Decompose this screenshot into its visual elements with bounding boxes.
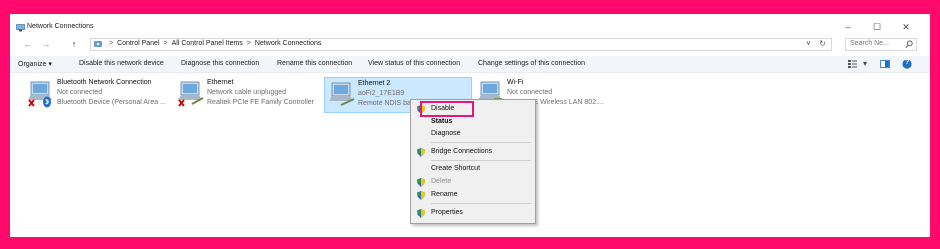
menu-label: Rename: [431, 191, 458, 198]
network-connections-icon: [16, 24, 25, 32]
connection-ethernet[interactable]: Ethernet Network cable unplugged Realtek…: [174, 77, 326, 113]
menu-separator: [431, 142, 531, 143]
search-box[interactable]: Search Ne...: [845, 38, 917, 51]
breadcrumb-control-panel[interactable]: Control Panel: [117, 40, 159, 47]
connection-name: Bluetooth Network Connection: [57, 79, 152, 86]
connection-status: Not connected: [507, 89, 553, 96]
menu-item-delete[interactable]: Delete: [411, 176, 535, 188]
menu-item-bridge[interactable]: Bridge Connections: [411, 146, 535, 158]
control-panel-icon: [94, 41, 102, 47]
rename-button[interactable]: Rename this connection: [277, 60, 352, 67]
menu-label: Diagnose: [431, 130, 461, 137]
highlight-annotation: [420, 101, 474, 117]
menu-label: Properties: [431, 209, 463, 216]
menu-label: Bridge Connections: [431, 148, 493, 155]
connection-device: Realtek PCIe FE Family Controller: [207, 99, 314, 106]
annotation-frame: Network Connections – ☐ ✕ ← → ↑ > Contro…: [0, 0, 940, 249]
disable-device-button[interactable]: Disable this network device: [79, 60, 164, 67]
breadcrumb-all-items[interactable]: All Control Panel Items: [172, 40, 243, 47]
up-arrow-icon[interactable]: ↑: [68, 38, 80, 50]
address-row: ← → ↑ > Control Panel > All Control Pane…: [10, 36, 930, 53]
menu-item-diagnose[interactable]: Diagnose: [411, 128, 535, 140]
menu-item-status[interactable]: Status: [411, 116, 535, 128]
connection-status: Not connected: [57, 89, 103, 96]
menu-item-properties[interactable]: Properties: [411, 207, 535, 219]
connection-name: Ethernet: [207, 79, 234, 86]
network-adapter-icon: [178, 81, 204, 107]
uac-shield-icon: [417, 178, 425, 187]
diagnose-button[interactable]: Diagnose this connection: [181, 60, 259, 67]
uac-shield-icon: [417, 209, 425, 218]
context-menu: Disable Status Diagnose Bridge Connectio…: [410, 99, 536, 224]
network-adapter-icon: [28, 81, 52, 108]
organize-menu[interactable]: Organize ▾: [18, 60, 52, 68]
search-icon[interactable]: [905, 40, 913, 49]
title-bar: Network Connections – ☐ ✕: [10, 14, 930, 36]
breadcrumb-separator: >: [163, 40, 168, 47]
address-bar[interactable]: > Control Panel > All Control Panel Item…: [90, 38, 832, 51]
connection-name: Wi-Fi: [507, 79, 524, 86]
connection-device: Remote NDIS ba...: [358, 100, 417, 107]
minimize-button[interactable]: –: [836, 20, 860, 34]
view-options-icon[interactable]: [848, 60, 857, 68]
menu-item-create-shortcut[interactable]: Create Shortcut: [411, 163, 535, 175]
change-settings-button[interactable]: Change settings of this connection: [478, 60, 585, 67]
uac-shield-icon: [417, 148, 425, 157]
connection-status: aoFi2_17E1B9: [358, 90, 405, 97]
menu-separator: [431, 203, 531, 204]
search-placeholder: Search Ne...: [850, 40, 889, 47]
help-glyph: ?: [905, 59, 910, 66]
address-dropdown-icon[interactable]: ∨: [806, 39, 811, 47]
menu-label: Delete: [431, 178, 452, 185]
close-button[interactable]: ✕: [894, 20, 918, 34]
back-arrow-icon[interactable]: ←: [22, 38, 34, 50]
connection-bluetooth[interactable]: Bluetooth Network Connection Not connect…: [24, 77, 174, 113]
menu-item-rename[interactable]: Rename: [411, 189, 535, 201]
maximize-button[interactable]: ☐: [865, 20, 889, 34]
menu-separator: [431, 160, 531, 161]
breadcrumb-network-connections[interactable]: Network Connections: [255, 40, 322, 47]
view-dropdown-icon[interactable]: ▾: [863, 59, 867, 68]
breadcrumb-separator: >: [109, 40, 114, 47]
view-status-button[interactable]: View status of this connection: [368, 60, 460, 67]
window-title: Network Connections: [27, 23, 94, 30]
menu-label: Status: [431, 118, 453, 125]
forward-arrow-icon[interactable]: →: [40, 38, 52, 50]
command-bar: Organize ▾ Disable this network device D…: [10, 56, 930, 73]
uac-shield-icon: [417, 191, 425, 200]
connection-status: Network cable unplugged: [207, 89, 286, 96]
connection-name: Ethernet 2: [358, 80, 391, 87]
network-adapter-icon: [329, 82, 355, 106]
connection-device: Bluetooth Device (Personal Area ...: [57, 99, 166, 106]
breadcrumb-separator: >: [246, 40, 251, 47]
preview-pane-icon[interactable]: [880, 60, 890, 68]
refresh-icon[interactable]: ↻: [819, 39, 826, 48]
menu-label: Create Shortcut: [431, 165, 481, 172]
